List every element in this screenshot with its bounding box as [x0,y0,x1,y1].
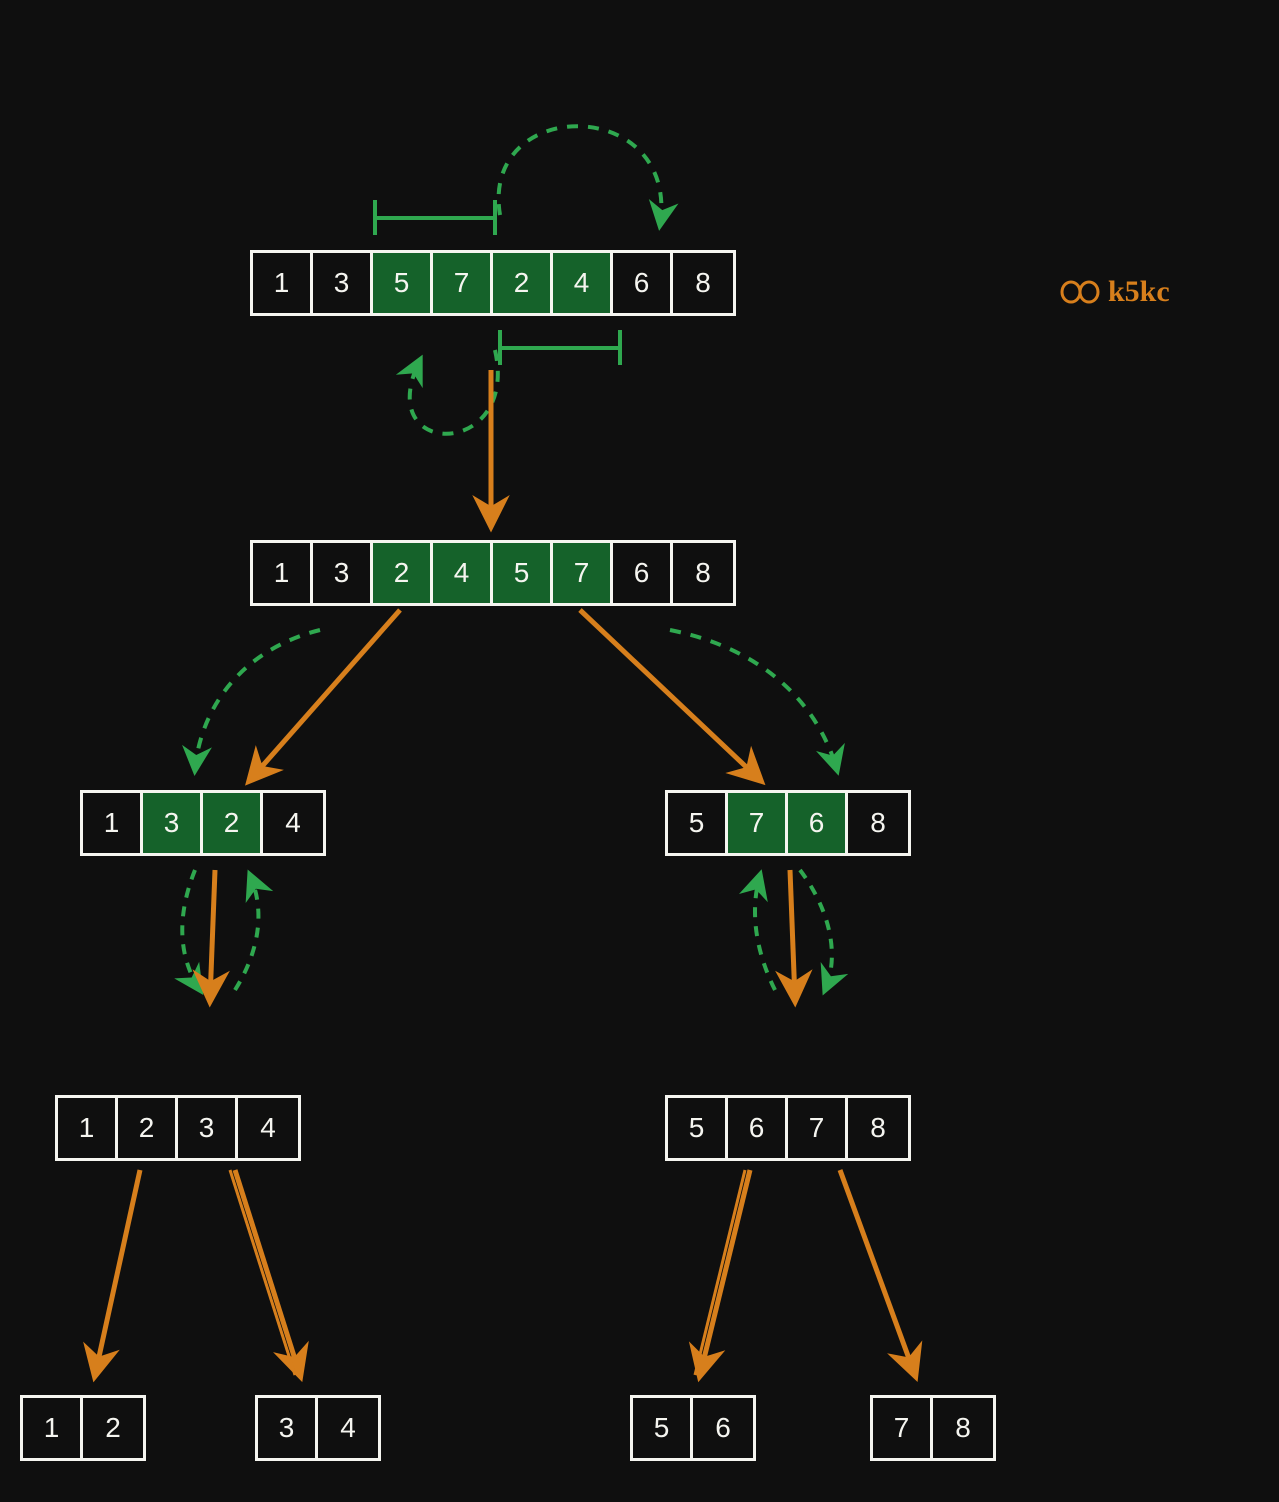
swap-arc-l2-left [195,630,320,770]
cell: 3 [258,1398,318,1458]
swap-arc-l2-right [670,630,837,770]
cell: 4 [318,1398,378,1458]
cell: 1 [83,793,143,853]
cell: 4 [238,1098,298,1158]
swap-mini-l3r-b [800,870,832,990]
cell: 7 [433,253,493,313]
flow-l4l-l5lr [235,1170,300,1375]
flow-l4l-l5lr-dbl [230,1170,295,1375]
cell: 5 [668,793,728,853]
cell: 5 [493,543,553,603]
cell: 1 [23,1398,83,1458]
swap-arc-top [499,126,662,225]
cell: 6 [693,1398,753,1458]
array-level5-rl: 5 6 [630,1395,756,1461]
cell: 2 [373,543,433,603]
array-level5-ll: 1 2 [20,1395,146,1461]
cell: 3 [313,543,373,603]
butterfly-icon [1060,277,1100,307]
cell: 2 [83,1398,143,1458]
cell: 6 [613,253,673,313]
swap-mini-l3r-a [755,875,775,990]
diagram-stage: 1 3 5 7 2 4 6 8 1 3 2 4 5 7 6 8 1 3 2 4 … [0,0,1279,1502]
flow-l3l-l4l [210,870,215,1000]
flow-l3r-l4r [790,870,795,1000]
cell: 5 [373,253,433,313]
flow-l4r-l5rl [700,1170,750,1375]
cell: 4 [263,793,323,853]
array-level5-lr: 3 4 [255,1395,381,1461]
cell: 4 [433,543,493,603]
cell: 3 [313,253,373,313]
cell: 3 [178,1098,238,1158]
cell: 8 [933,1398,993,1458]
cell: 6 [613,543,673,603]
bracket-top [375,200,495,235]
cell: 1 [253,253,313,313]
array-level4-right: 5 6 7 8 [665,1095,911,1161]
array-level2: 1 3 2 4 5 7 6 8 [250,540,736,606]
flow-l4r-l5rr [840,1170,915,1375]
cell: 8 [673,253,733,313]
cell: 6 [728,1098,788,1158]
cell: 5 [633,1398,693,1458]
bracket-bottom [500,330,620,365]
flow-l2-l3r [580,610,760,780]
cell: 7 [873,1398,933,1458]
cell: 8 [848,793,908,853]
watermark: k5kc [1060,275,1170,309]
flow-l2-l3l [250,610,400,780]
flow-l4l-l5ll [95,1170,140,1375]
flow-l4r-l5rl-dbl [695,1170,745,1375]
swap-arc-bottom [410,350,498,434]
cell: 7 [728,793,788,853]
cell: 6 [788,793,848,853]
cell: 3 [143,793,203,853]
array-level5-rr: 7 8 [870,1395,996,1461]
swap-mini-l3l-a [182,870,200,990]
cell: 7 [788,1098,848,1158]
cell: 2 [118,1098,178,1158]
swap-mini-l3l-b [235,875,258,990]
array-level3-right: 5 7 6 8 [665,790,911,856]
cell: 8 [673,543,733,603]
array-level3-left: 1 3 2 4 [80,790,326,856]
watermark-text: k5kc [1108,275,1170,309]
array-level4-left: 1 2 3 4 [55,1095,301,1161]
cell: 4 [553,253,613,313]
arrows-overlay [0,0,1279,1502]
cell: 7 [553,543,613,603]
array-level1: 1 3 5 7 2 4 6 8 [250,250,736,316]
cell: 5 [668,1098,728,1158]
cell: 8 [848,1098,908,1158]
cell: 1 [253,543,313,603]
cell: 2 [493,253,553,313]
cell: 2 [203,793,263,853]
cell: 1 [58,1098,118,1158]
